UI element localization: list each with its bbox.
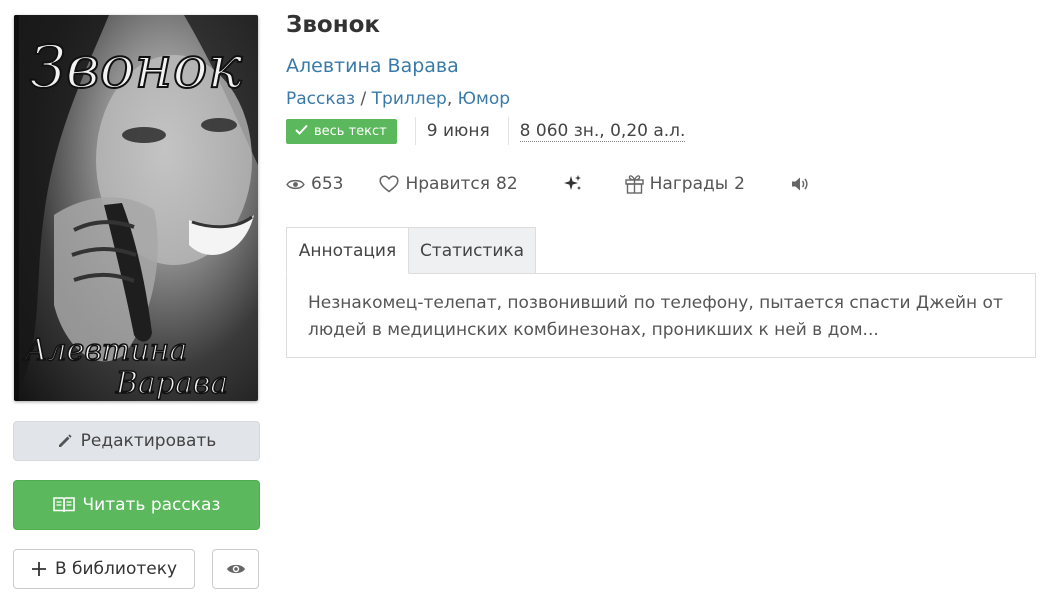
read-story-button[interactable]: Читать рассказ — [13, 480, 260, 530]
book-title: Звонок — [286, 12, 380, 38]
open-book-icon — [52, 496, 75, 514]
audio-button[interactable] — [791, 176, 809, 192]
gift-icon — [624, 174, 644, 194]
likes-count: 82 — [496, 174, 518, 194]
likes-label: Нравится — [405, 174, 490, 194]
genre-link-thriller[interactable]: Триллер — [372, 89, 447, 109]
status-badge: весь текст — [286, 118, 397, 144]
likes-button[interactable]: Нравится 82 — [379, 174, 518, 194]
cover-spine — [14, 15, 19, 401]
speaker-icon — [791, 176, 809, 192]
cover-artwork: Звонок Алевтина Варава — [14, 15, 258, 401]
book-volume[interactable]: 8 060 зн., 0,20 а.л. — [519, 121, 686, 142]
genre-type-link[interactable]: Рассказ — [286, 89, 355, 109]
cover-author-line2: Варава — [115, 366, 228, 401]
pencil-icon — [57, 433, 73, 449]
meta-row: весь текст 9 июня 8 060 зн., 0,20 а.л. — [286, 117, 686, 145]
cover-title-text: Звонок — [30, 33, 243, 101]
annotation-text: Незнакомец-телепат, позвонивший по телеф… — [308, 293, 1003, 340]
views-count: 653 — [311, 174, 344, 194]
awards-button[interactable]: Награды 2 — [624, 174, 745, 194]
cover-author-line1: Алевтина — [23, 333, 187, 368]
tab-statistics[interactable]: Статистика — [409, 227, 536, 274]
awards-label: Награды — [649, 174, 729, 194]
info-tabs: Аннотация Статистика — [286, 227, 536, 274]
watch-button[interactable] — [212, 549, 259, 589]
edit-button-label: Редактировать — [80, 431, 217, 451]
check-icon — [295, 124, 308, 139]
genre-comma: , — [446, 89, 458, 109]
sparkles-button[interactable] — [563, 174, 583, 194]
genre-line: Рассказ / Триллер, Юмор — [286, 89, 510, 109]
tab-annotation[interactable]: Аннотация — [286, 227, 409, 274]
publish-date: 9 июня — [426, 121, 490, 141]
sparkles-icon — [563, 174, 583, 194]
edit-button[interactable]: Редактировать — [13, 421, 260, 461]
heart-icon — [379, 175, 400, 193]
eye-icon — [226, 562, 246, 576]
book-cover[interactable]: Звонок Алевтина Варава — [14, 15, 258, 401]
genre-link-humor[interactable]: Юмор — [458, 89, 510, 109]
genre-separator: / — [355, 89, 372, 109]
eye-icon — [286, 178, 305, 191]
author-link[interactable]: Алевтина Варава — [286, 55, 459, 77]
read-story-label: Читать рассказ — [82, 495, 221, 515]
add-to-library-label: В библиотеку — [54, 559, 178, 579]
views-stat: 653 — [286, 174, 343, 194]
meta-divider — [414, 117, 416, 145]
add-to-library-button[interactable]: В библиотеку — [13, 549, 195, 589]
annotation-panel: Незнакомец-телепат, позвонивший по телеф… — [286, 273, 1036, 358]
stats-row: 653 Нравится 82 Награды 2 — [286, 171, 809, 197]
meta-divider — [507, 117, 509, 145]
awards-count: 2 — [734, 174, 745, 194]
status-badge-label: весь текст — [314, 123, 387, 139]
plus-icon — [31, 561, 47, 577]
